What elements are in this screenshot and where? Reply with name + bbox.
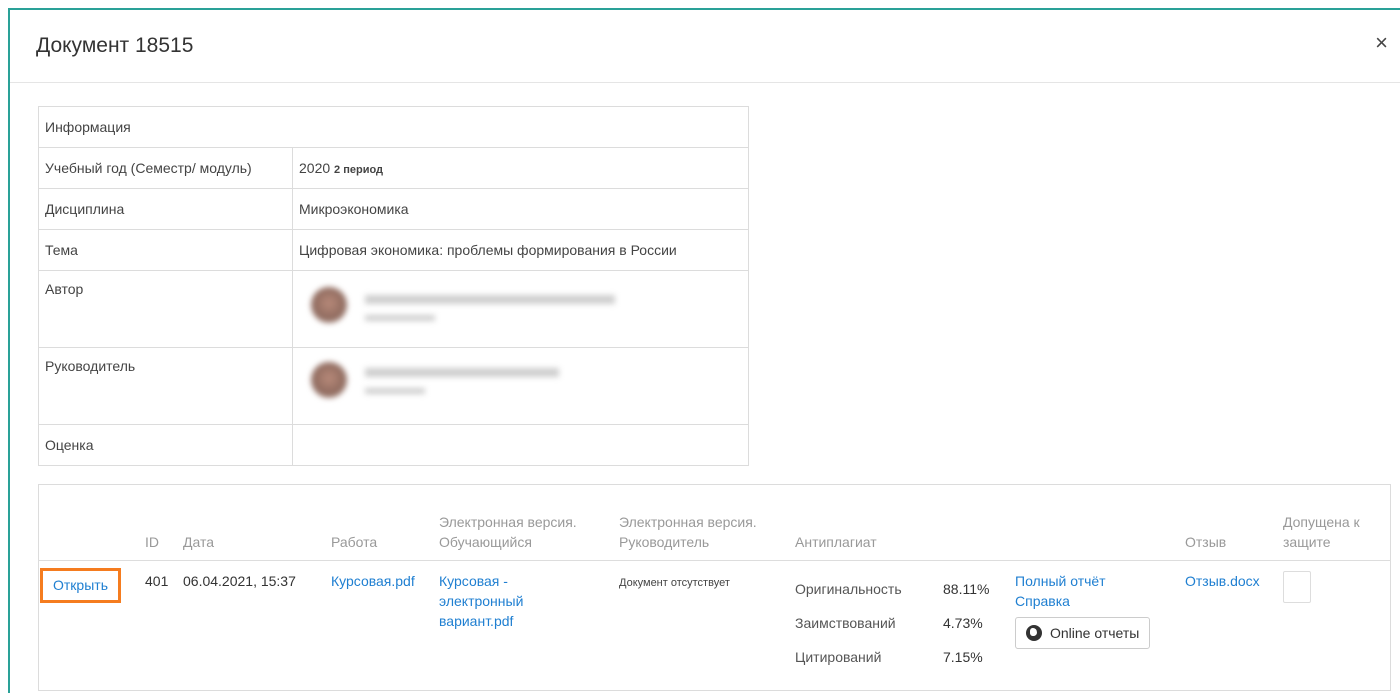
globe-icon bbox=[1026, 625, 1042, 641]
info-label-discipline: Дисциплина bbox=[38, 188, 293, 230]
student-ev-link[interactable]: Курсовая - электронный вариант.pdf bbox=[439, 573, 523, 629]
open-button[interactable]: Открыть bbox=[40, 568, 121, 603]
col-antiplag: Антиплагиат bbox=[791, 484, 939, 561]
admitted-checkbox[interactable] bbox=[1283, 571, 1311, 603]
review-file-link[interactable]: Отзыв.docx bbox=[1185, 573, 1260, 589]
work-file-link[interactable]: Курсовая.pdf bbox=[331, 573, 415, 589]
info-value-year: 2020 2 период bbox=[292, 147, 749, 189]
author-avatar bbox=[311, 287, 347, 323]
open-cell: Открыть bbox=[39, 561, 142, 691]
student-ev-line1: Курсовая - bbox=[439, 573, 508, 589]
col-ev-teacher-line1: Электронная версия. bbox=[619, 514, 757, 530]
supervisor-avatar bbox=[311, 362, 347, 398]
document-modal: Документ 18515 × Информация Учебный год … bbox=[8, 8, 1400, 693]
documents-header-row: ID Дата Работа Электронная версия. Обуча… bbox=[38, 484, 1391, 561]
col-ev-teacher: Электронная версия. Руководитель bbox=[615, 484, 791, 561]
originality-label: Оригинальность bbox=[795, 581, 902, 597]
citation-value: 7.15% bbox=[943, 649, 983, 665]
year-value: 2020 bbox=[299, 160, 331, 176]
citation-label: Цитирований bbox=[795, 649, 882, 665]
info-label-grade: Оценка bbox=[38, 424, 293, 466]
student-ev-line2: электронный bbox=[439, 593, 524, 609]
full-report-link[interactable]: Полный отчёт bbox=[1015, 573, 1106, 589]
help-link[interactable]: Справка bbox=[1015, 593, 1070, 609]
col-ev-student-line1: Электронная версия. bbox=[439, 514, 577, 530]
modal-title: Документ 18515 bbox=[36, 34, 194, 57]
col-admitted-line1: Допущена к bbox=[1283, 514, 1360, 530]
period-value: 2 период bbox=[334, 164, 384, 176]
row-id: 401 bbox=[145, 573, 169, 589]
col-date: Дата bbox=[179, 484, 327, 561]
info-label-author: Автор bbox=[38, 270, 293, 348]
student-ev-line3: вариант.pdf bbox=[439, 613, 514, 629]
info-label-topic: Тема bbox=[38, 229, 293, 271]
col-ev-teacher-line2: Руководитель bbox=[619, 534, 710, 550]
info-value-grade bbox=[292, 424, 749, 466]
info-table: Информация Учебный год (Семестр/ модуль)… bbox=[38, 106, 749, 466]
online-reports-label: Online отчеты bbox=[1050, 625, 1140, 641]
col-ev-student-line2: Обучающийся bbox=[439, 534, 532, 550]
col-work: Работа bbox=[327, 484, 435, 561]
teacher-ev-missing: Документ отсутствует bbox=[619, 577, 730, 589]
modal-header: Документ 18515 × bbox=[10, 10, 1400, 83]
col-ev-student: Электронная версия. Обучающийся bbox=[435, 484, 615, 561]
online-reports-button[interactable]: Online отчеты bbox=[1015, 617, 1151, 649]
col-admitted-line2: защите bbox=[1283, 534, 1331, 550]
info-heading: Информация bbox=[38, 106, 749, 148]
col-admitted: Допущена к защите bbox=[1279, 484, 1391, 561]
documents-table: ID Дата Работа Электронная версия. Обуча… bbox=[38, 484, 1391, 691]
col-review: Отзыв bbox=[1181, 484, 1279, 561]
info-value-discipline: Микроэкономика bbox=[292, 188, 749, 230]
col-id: ID bbox=[141, 484, 179, 561]
close-icon[interactable]: × bbox=[1375, 32, 1388, 54]
row-date: 06.04.2021, 15:37 bbox=[183, 573, 296, 589]
info-value-topic: Цифровая экономика: проблемы формировани… bbox=[292, 229, 749, 271]
borrowing-label: Заимствований bbox=[795, 615, 896, 631]
info-value-supervisor bbox=[292, 347, 749, 425]
info-value-author bbox=[292, 270, 749, 348]
originality-value: 88.11% bbox=[943, 581, 990, 597]
info-label-supervisor: Руководитель bbox=[38, 347, 293, 425]
borrowing-value: 4.73% bbox=[943, 615, 983, 631]
table-row: Открыть 401 06.04.2021, 15:37 Курсовая.p… bbox=[39, 561, 1391, 691]
info-label-year: Учебный год (Семестр/ модуль) bbox=[38, 147, 293, 189]
